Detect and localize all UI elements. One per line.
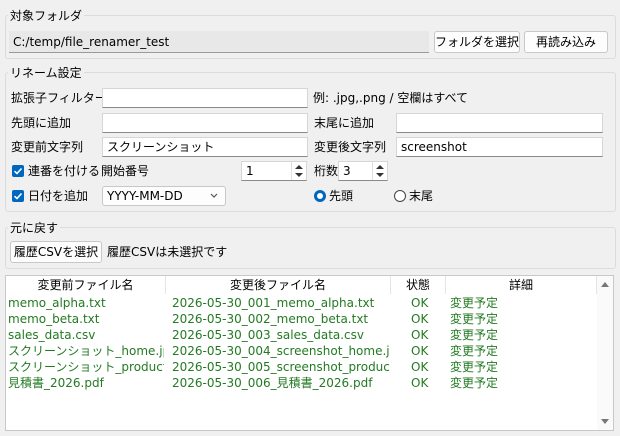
suffix-input[interactable] xyxy=(396,113,603,133)
cell-before: 見積書_2026.pdf xyxy=(8,376,104,390)
position-tail-label: 末尾 xyxy=(409,189,434,203)
table-row[interactable]: memo_alpha.txt 2026-05-30_001_memo_alpha.… xyxy=(6,295,597,311)
cell-after: 2026-05-30_001_memo_alpha.txt xyxy=(172,296,375,310)
cell-detail: 変更予定 xyxy=(450,328,499,342)
cell-status: OK xyxy=(411,312,429,326)
reload-button[interactable]: 再読み込み xyxy=(524,31,608,53)
cell-after: 2026-05-30_003_sales_data.csv xyxy=(172,328,365,342)
position-tail-radio[interactable] xyxy=(394,190,406,202)
find-label: 変更前文字列 xyxy=(11,140,84,154)
cell-detail: 変更予定 xyxy=(450,376,499,390)
file-list-table[interactable]: 変更前ファイル名 変更後ファイル名 状態 詳細 memo_alpha.txt 20… xyxy=(5,275,614,431)
cell-status: OK xyxy=(411,328,429,342)
folder-path-field[interactable]: C:/temp/file_renamer_test xyxy=(9,31,429,53)
prefix-input[interactable] xyxy=(102,113,308,133)
spin-down-icon[interactable] xyxy=(376,173,384,177)
cell-status: OK xyxy=(411,296,429,310)
date-label: 日付を追加 xyxy=(28,189,89,203)
column-header-before[interactable]: 変更前ファイル名 xyxy=(6,276,166,294)
position-head-label: 先頭 xyxy=(329,189,354,203)
ext-filter-hint: 例: .jpg,.png / 空欄はすべて xyxy=(313,91,469,105)
table-row[interactable]: sales_data.csv 2026-05-30_003_sales_data.… xyxy=(6,327,597,343)
spin-up-icon[interactable] xyxy=(295,165,303,169)
scroll-up-icon[interactable] xyxy=(601,282,609,287)
table-scrollbar[interactable] xyxy=(597,276,613,430)
select-history-csv-button[interactable]: 履歴CSVを選択 xyxy=(10,241,102,263)
start-number-value: 1 xyxy=(246,164,254,178)
column-header-detail[interactable]: 詳細 xyxy=(446,276,597,294)
cell-before: memo_alpha.txt xyxy=(8,296,106,310)
cell-detail: 変更予定 xyxy=(450,312,499,326)
replace-label: 変更後文字列 xyxy=(314,140,387,154)
start-number-spinner[interactable]: 1 xyxy=(241,161,307,181)
cell-before: スクリーンショット_product.png xyxy=(8,360,164,374)
prefix-label: 先頭に追加 xyxy=(11,116,72,130)
table-row[interactable]: スクリーンショット_product.png 2026-05-30_005_scre… xyxy=(6,359,597,375)
table-row[interactable]: memo_beta.txt 2026-05-30_002_memo_beta.tx… xyxy=(6,311,597,327)
replace-input[interactable]: screenshot xyxy=(396,137,603,157)
spin-up-icon[interactable] xyxy=(376,165,384,169)
check-icon xyxy=(13,167,23,175)
digits-value: 3 xyxy=(343,164,351,178)
cell-detail: 変更予定 xyxy=(450,360,499,374)
date-format-select[interactable]: YYYY-MM-DD xyxy=(102,186,226,206)
ext-filter-label: 拡張子フィルター xyxy=(11,91,107,105)
cell-before: sales_data.csv xyxy=(8,328,96,342)
column-header-after[interactable]: 変更後ファイル名 xyxy=(166,276,391,294)
cell-before: スクリーンショット_home.jpg xyxy=(8,344,164,358)
rename-settings-title: リネーム設定 xyxy=(8,64,84,81)
start-number-label: 開始番号 xyxy=(101,164,150,178)
column-header-status[interactable]: 状態 xyxy=(391,276,446,294)
digits-label: 桁数 xyxy=(314,164,339,178)
chevron-down-icon xyxy=(210,193,218,198)
cell-after: 2026-05-30_006_見積書_2026.pdf xyxy=(172,376,373,390)
cell-detail: 変更予定 xyxy=(450,296,499,310)
check-icon xyxy=(13,192,23,200)
cell-after: 2026-05-30_005_screenshot_product.png xyxy=(172,360,390,374)
cell-after: 2026-05-30_002_memo_beta.txt xyxy=(172,312,369,326)
numbering-checkbox[interactable] xyxy=(12,165,24,177)
table-row[interactable]: スクリーンショット_home.jpg 2026-05-30_004_screens… xyxy=(6,343,597,359)
find-input[interactable]: スクリーンショット xyxy=(102,137,308,157)
cell-status: OK xyxy=(411,376,429,390)
cell-detail: 変更予定 xyxy=(450,344,499,358)
suffix-label: 末尾に追加 xyxy=(314,116,375,130)
numbering-label: 連番を付ける xyxy=(28,164,101,178)
folder-group-title: 対象フォルダ xyxy=(8,7,85,24)
cell-after: 2026-05-30_004_screenshot_home.jpg xyxy=(172,344,390,358)
cell-before: memo_beta.txt xyxy=(8,312,100,326)
position-head-radio[interactable] xyxy=(314,190,326,202)
date-checkbox[interactable] xyxy=(12,190,24,202)
scroll-down-icon[interactable] xyxy=(601,419,609,424)
history-csv-status: 履歴CSVは未選択です xyxy=(107,245,228,259)
undo-group-title: 元に戻す xyxy=(8,219,61,236)
cell-status: OK xyxy=(411,360,429,374)
cell-status: OK xyxy=(411,344,429,358)
date-format-value: YYYY-MM-DD xyxy=(107,189,183,203)
ext-filter-input[interactable] xyxy=(102,88,308,108)
select-folder-button[interactable]: フォルダを選択 xyxy=(434,31,520,53)
table-row[interactable]: 見積書_2026.pdf 2026-05-30_006_見積書_2026.pdf O… xyxy=(6,375,597,391)
digits-spinner[interactable]: 3 xyxy=(338,161,388,181)
spin-down-icon[interactable] xyxy=(295,173,303,177)
